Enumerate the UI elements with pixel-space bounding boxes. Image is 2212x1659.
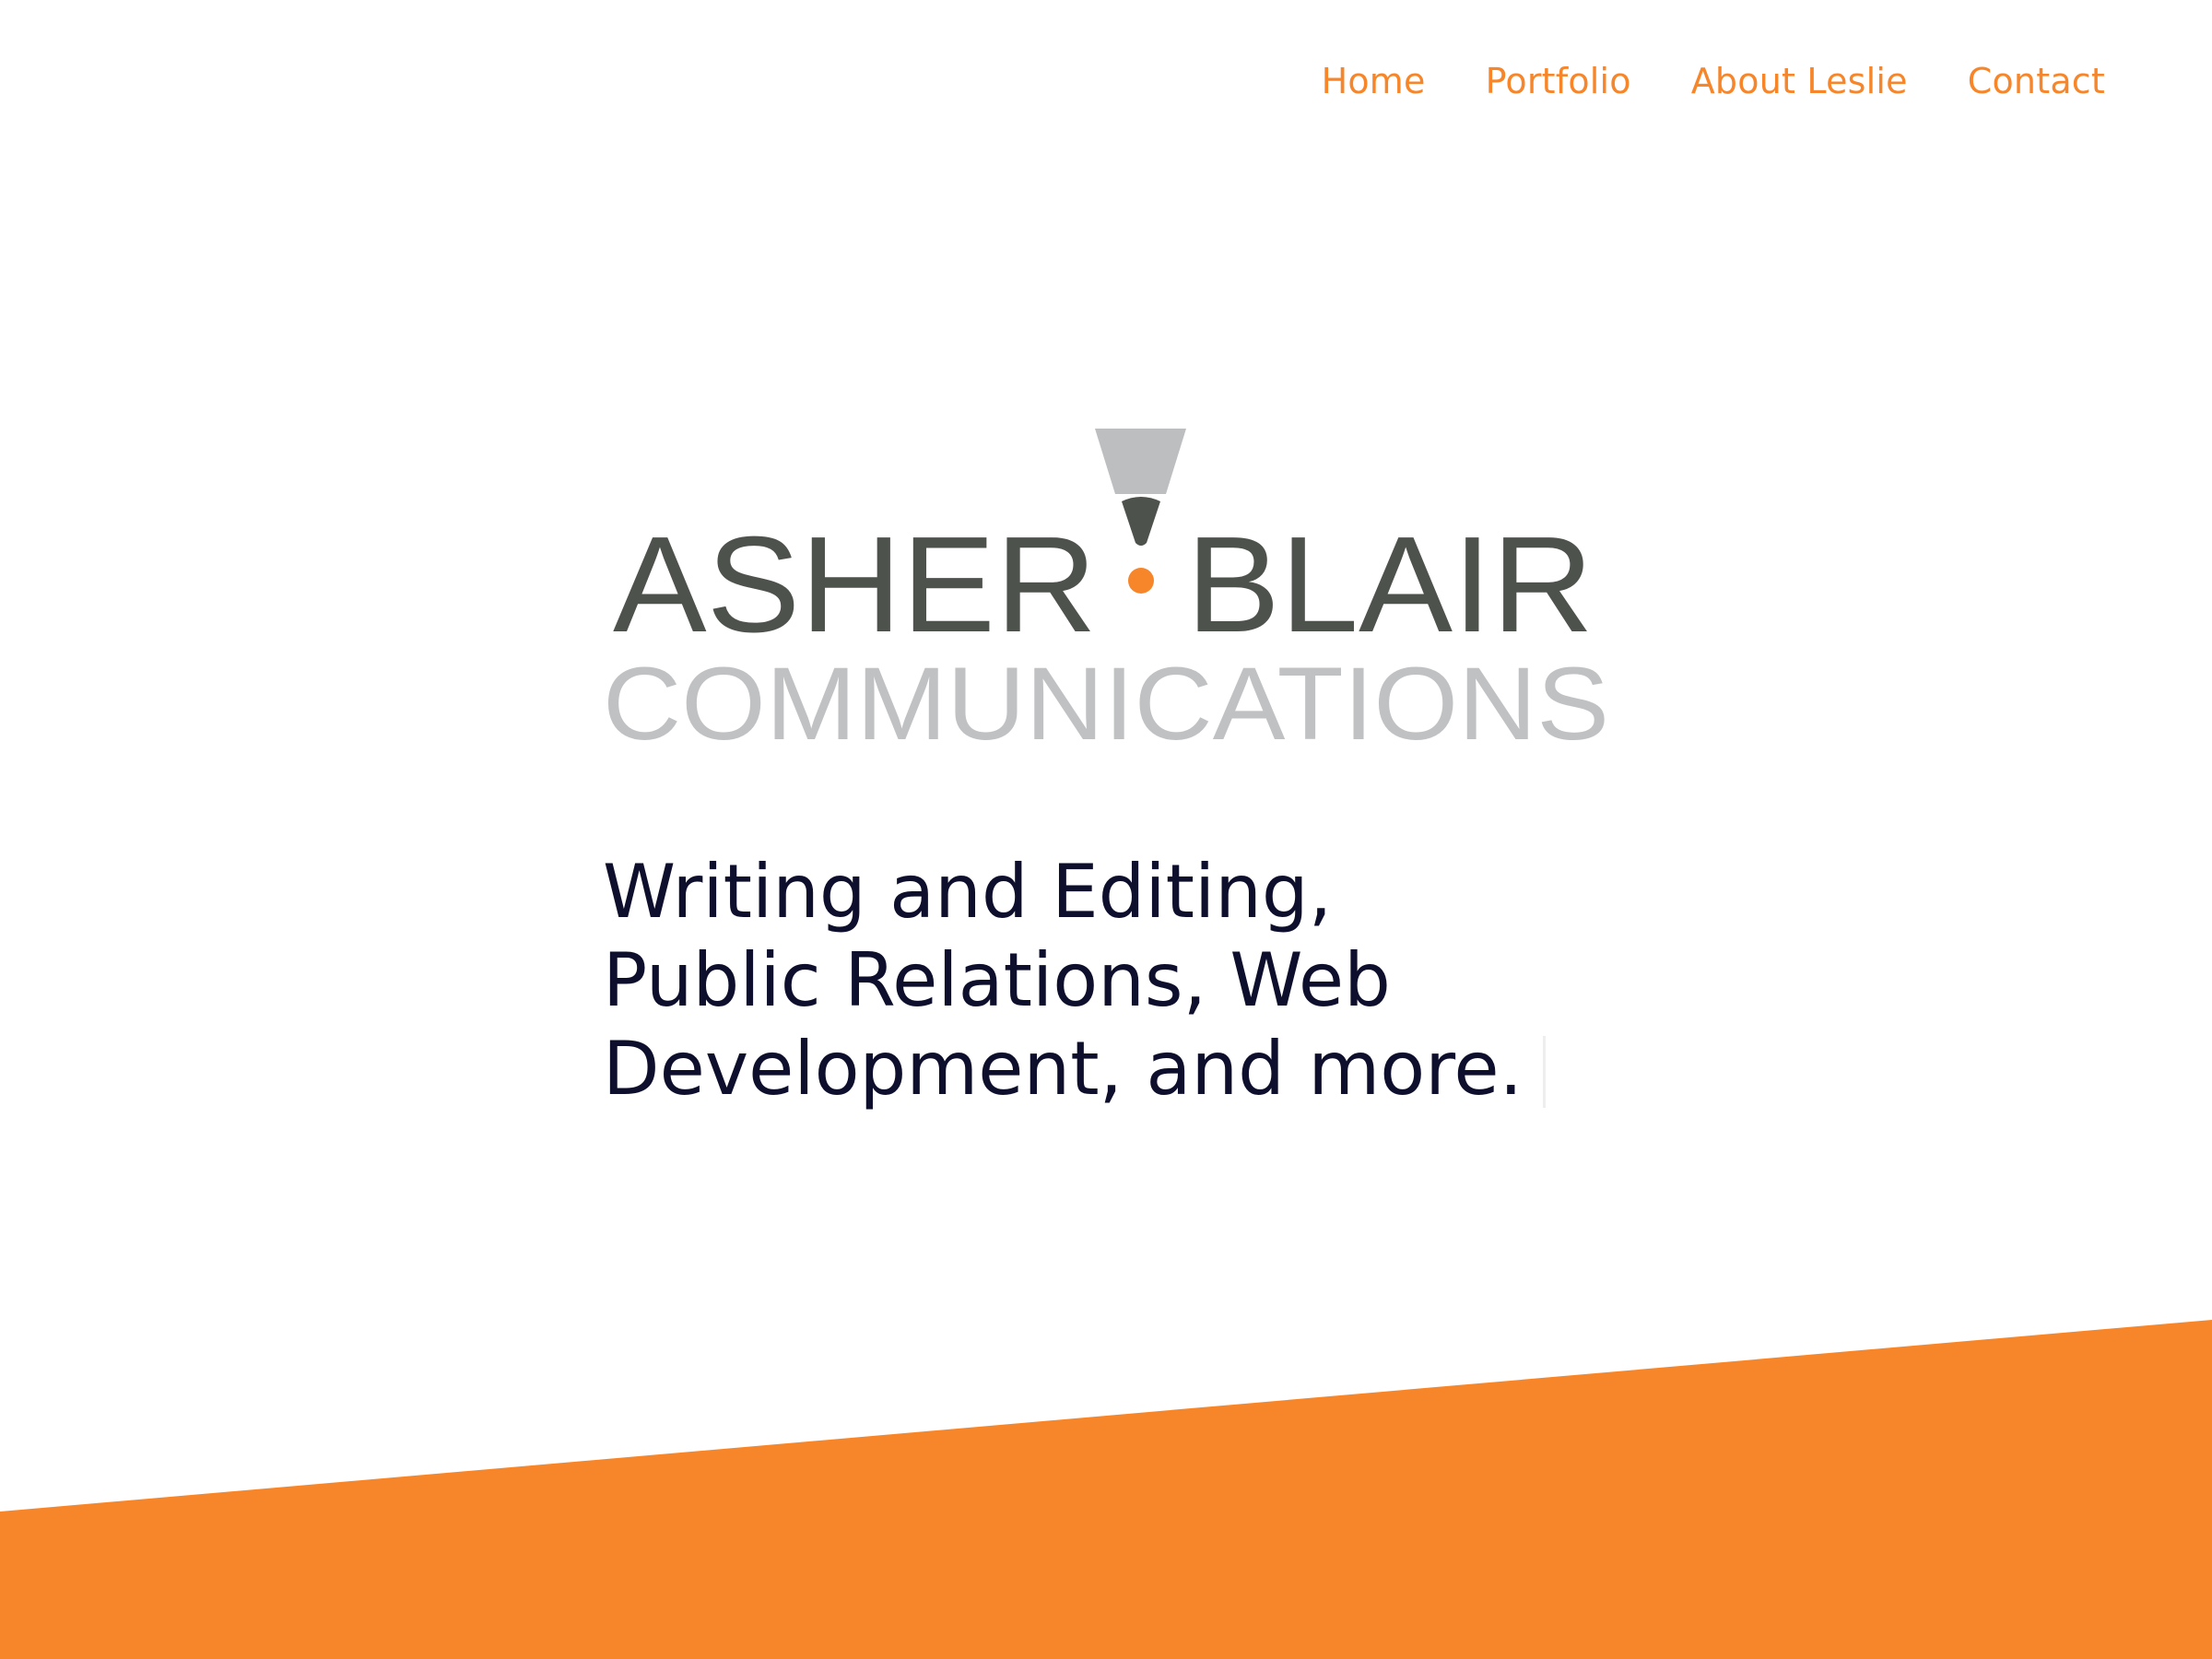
nav-contact-link[interactable]: Contact <box>1968 53 2105 109</box>
logo-word-blair: BLAIR <box>1186 509 1594 661</box>
logo-word-asher: ASHER <box>613 509 1097 661</box>
typing-cursor <box>1543 1036 1546 1108</box>
orange-slant-shape <box>0 1320 2212 1659</box>
logo-graphic: ASHER BLAIR COMMUNICATIONS <box>603 429 1609 761</box>
orange-footer-band <box>0 1320 2212 1659</box>
main-nav: Home Portfolio About Leslie Contact <box>1322 53 2105 109</box>
logo-subtitle: COMMUNICATIONS <box>603 646 1609 761</box>
nav-about-link[interactable]: About Leslie <box>1691 53 1908 109</box>
tagline-line: Writing and Editing, <box>603 849 1333 935</box>
company-logo: ASHER BLAIR COMMUNICATIONS <box>590 406 1622 774</box>
tagline-line: Development, and more. <box>603 1026 1524 1112</box>
ink-dot-icon <box>1128 568 1154 594</box>
nav-home-link[interactable]: Home <box>1322 53 1426 109</box>
pen-nib-split-icon <box>1122 497 1160 546</box>
pen-nib-icon <box>1095 429 1186 494</box>
hero-tagline: Writing and Editing, Public Relations, W… <box>603 848 1617 1113</box>
tagline-line: Public Relations, Web <box>603 937 1391 1023</box>
nav-portfolio-link[interactable]: Portfolio <box>1486 53 1631 109</box>
